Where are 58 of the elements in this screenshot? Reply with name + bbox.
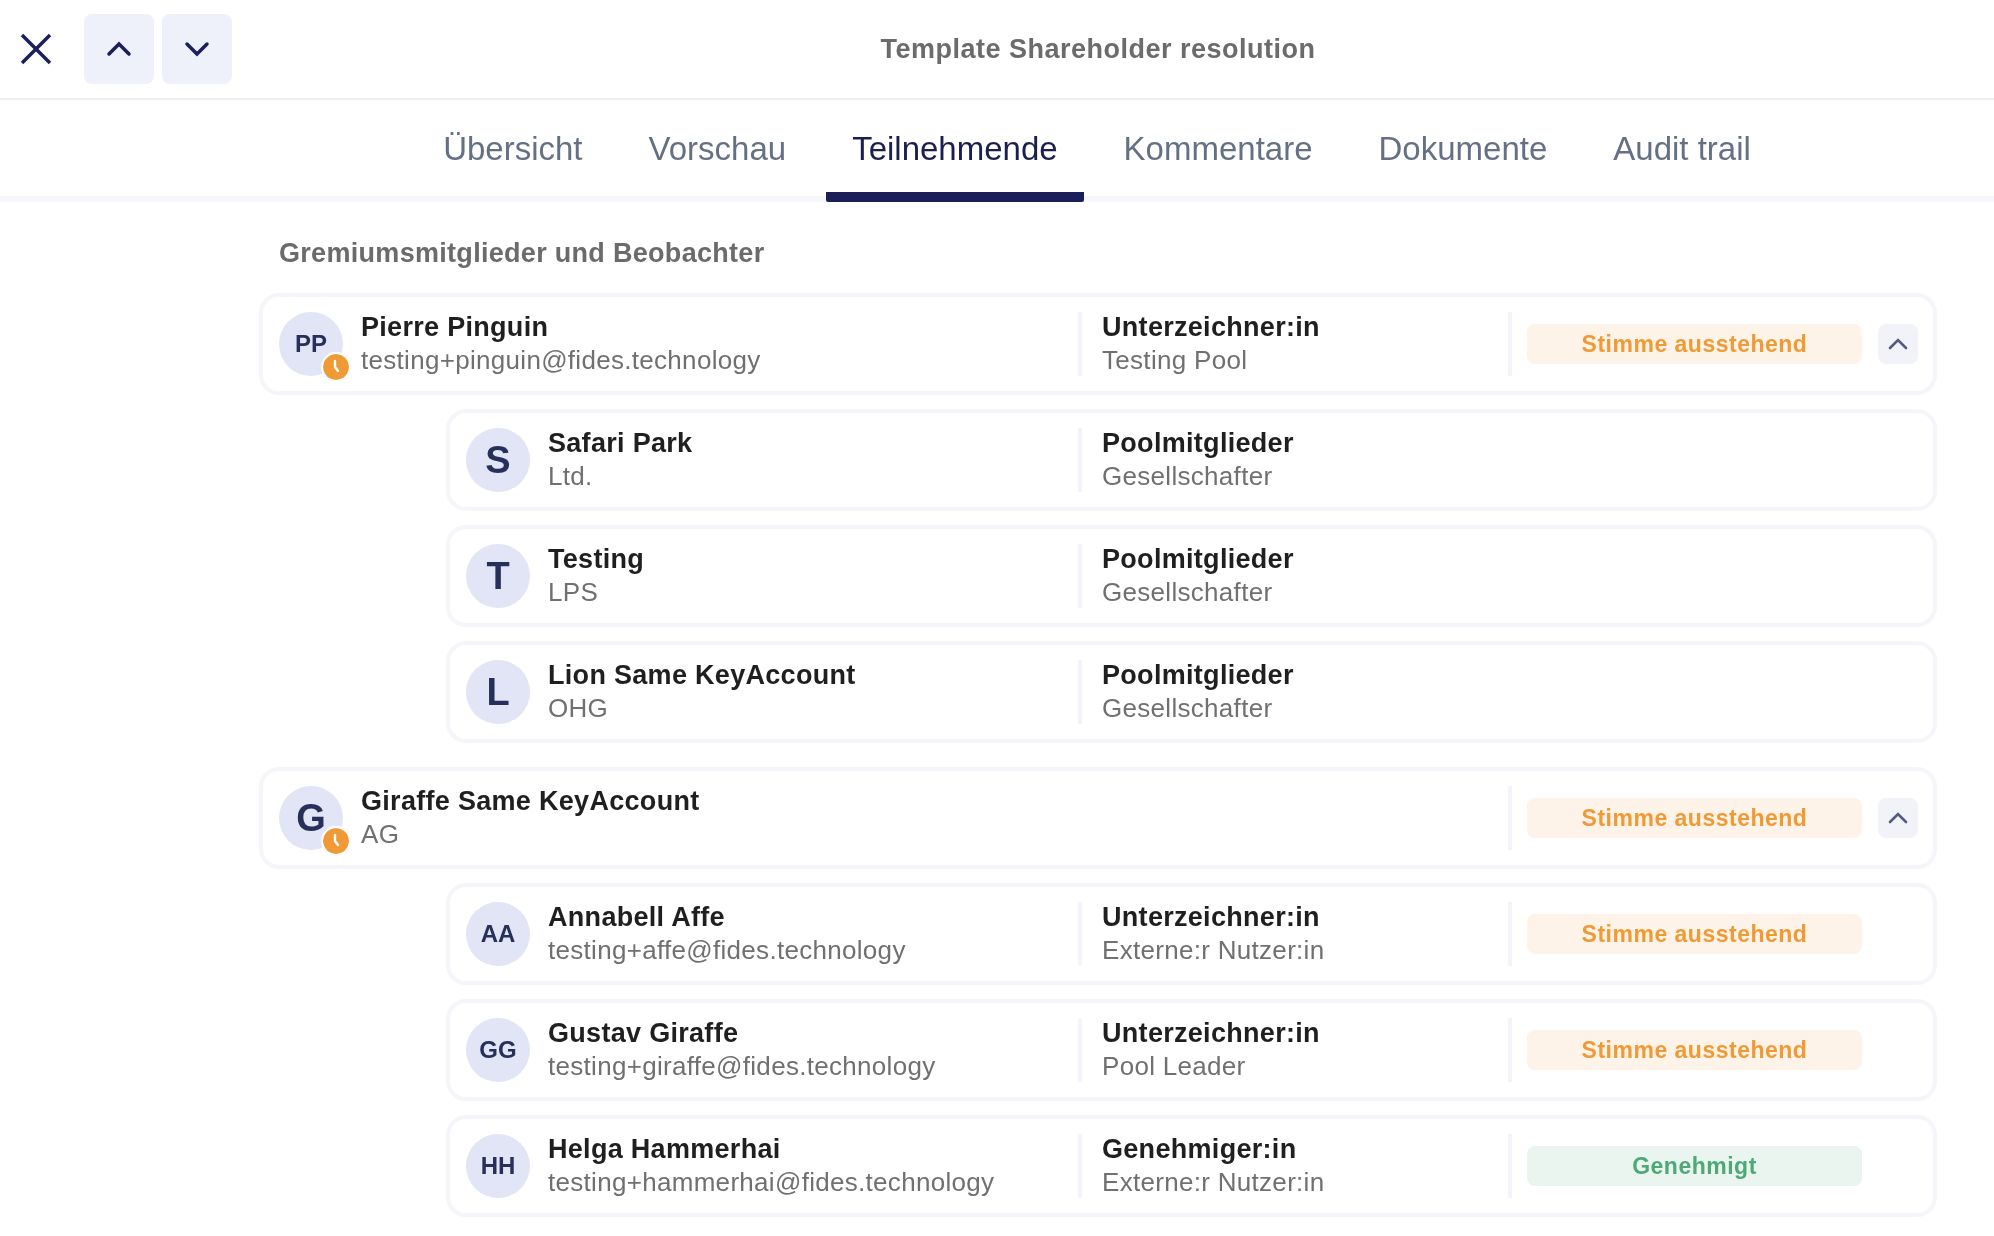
role-detail: Gesellschafter: [1102, 693, 1274, 724]
next-button[interactable]: [162, 14, 232, 84]
chevron-up-icon: [1888, 812, 1908, 824]
avatar: T: [466, 544, 530, 608]
participant-detail: LPS: [548, 577, 600, 608]
participant-detail: testing+hammerhai@fides.technology: [548, 1167, 995, 1198]
role-detail: Externe:r Nutzer:in: [1102, 1167, 1326, 1198]
role-detail: Gesellschafter: [1102, 577, 1274, 608]
role-detail: Pool Leader: [1102, 1051, 1247, 1082]
role-label: Genehmiger:in: [1102, 1134, 1298, 1165]
participant-name: Pierre Pinguin: [361, 312, 550, 343]
status-badge: Stimme ausstehend: [1527, 798, 1862, 838]
participant-detail: Ltd.: [548, 461, 594, 492]
tab[interactable]: Vorschau: [622, 130, 813, 202]
page-title: Template Shareholder resolution: [879, 33, 1317, 65]
participant-name: Annabell Affe: [548, 902, 726, 933]
role-label: Unterzeichner:in: [1102, 312, 1321, 343]
tab[interactable]: Teilnehmende: [826, 130, 1084, 202]
chevron-down-icon: [184, 41, 210, 57]
collapse-button[interactable]: [1878, 798, 1918, 838]
tab[interactable]: Kommentare: [1097, 130, 1339, 202]
role-detail: Externe:r Nutzer:in: [1102, 935, 1326, 966]
status-badge: Stimme ausstehend: [1527, 914, 1862, 954]
participant-detail: testing+giraffe@fides.technology: [548, 1051, 936, 1082]
tab[interactable]: Dokumente: [1352, 130, 1574, 202]
role-detail: Gesellschafter: [1102, 461, 1274, 492]
role-label: Poolmitglieder: [1102, 544, 1295, 575]
participant-name: Gustav Giraffe: [548, 1018, 740, 1049]
avatar: L: [466, 660, 530, 724]
avatar: AA: [466, 902, 530, 966]
chevron-up-icon: [106, 41, 132, 57]
role-label: Unterzeichner:in: [1102, 1018, 1321, 1049]
participant-detail: OHG: [548, 693, 610, 724]
tab[interactable]: Audit trail: [1587, 130, 1777, 202]
role-label: Unterzeichner:in: [1102, 902, 1321, 933]
avatar: S: [466, 428, 530, 492]
participant-name: Testing: [548, 544, 645, 575]
collapse-button[interactable]: [1878, 324, 1918, 364]
participant-name: Helga Hammerhai: [548, 1134, 782, 1165]
tab[interactable]: Übersicht: [417, 130, 609, 202]
status-badge: Stimme ausstehend: [1527, 1030, 1862, 1070]
previous-button[interactable]: [84, 14, 154, 84]
avatar: GG: [466, 1018, 530, 1082]
role-label: Poolmitglieder: [1102, 660, 1295, 691]
role-detail: Testing Pool: [1102, 345, 1249, 376]
participant-detail: testing+affe@fides.technology: [548, 935, 906, 966]
section-heading: Gremiumsmitglieder und Beobachter: [278, 238, 766, 269]
avatar: HH: [466, 1134, 530, 1198]
participant-name: Safari Park: [548, 428, 693, 459]
status-badge: Stimme ausstehend: [1527, 324, 1862, 364]
role-label: Poolmitglieder: [1102, 428, 1295, 459]
chevron-up-icon: [1888, 338, 1908, 350]
participant-detail: AG: [361, 819, 401, 850]
participant-detail: testing+pinguin@fides.technology: [361, 345, 761, 376]
close-icon: [19, 32, 53, 66]
participant-name: Giraffe Same KeyAccount: [361, 786, 700, 817]
participant-name: Lion Same KeyAccount: [548, 660, 856, 691]
status-badge: Genehmigt: [1527, 1146, 1862, 1186]
